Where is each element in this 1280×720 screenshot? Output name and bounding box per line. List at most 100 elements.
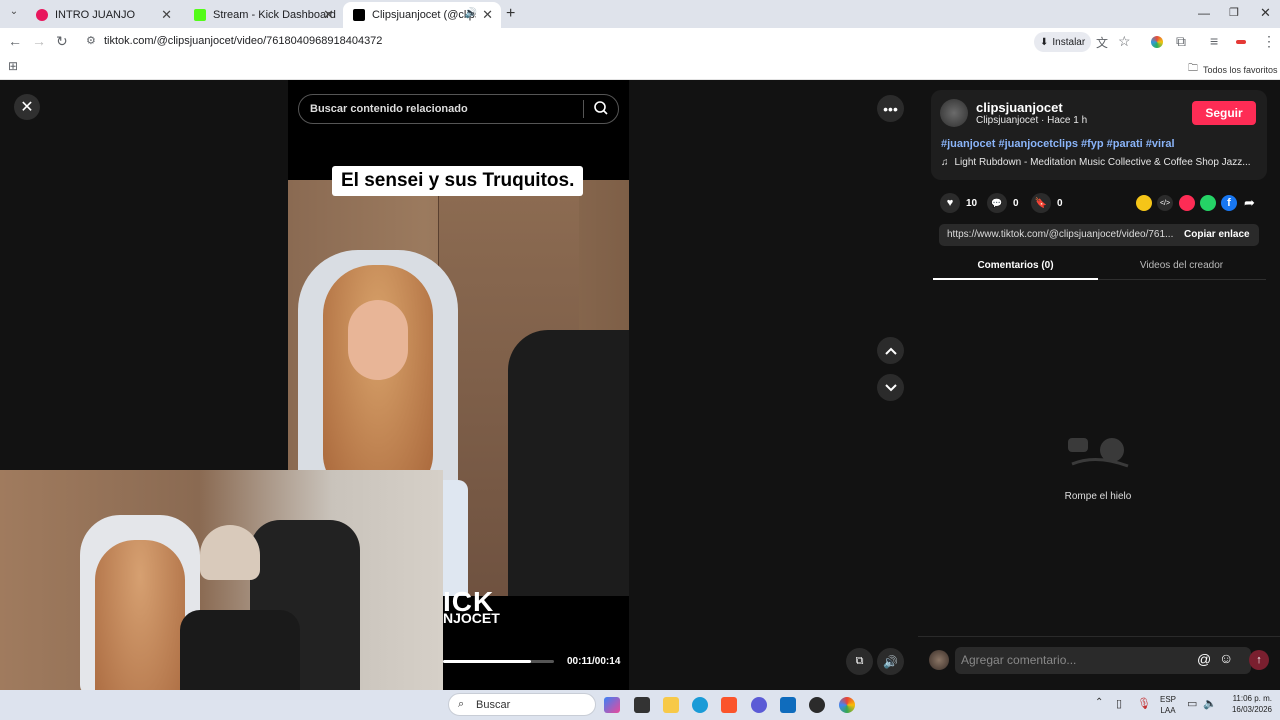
save-count: 0 [1057, 197, 1063, 209]
close-icon[interactable]: ✕ [482, 7, 493, 23]
address-bar[interactable]: ⚙ tiktok.com/@clipsjuanjocet/video/76180… [80, 31, 1140, 53]
tab-comments[interactable]: Comentarios (0) [933, 260, 1098, 271]
like-count: 10 [966, 197, 978, 209]
close-icon[interactable]: ✕ [323, 7, 334, 23]
new-tab-button[interactable]: + [506, 5, 515, 23]
more-options-button[interactable]: ••• [877, 95, 904, 122]
tab-tiktok[interactable]: Clipsjuanjocet (@clipsjuanj... 🔊 ✕ [343, 2, 501, 28]
empty-state-illustration [1066, 434, 1132, 474]
progress-bar[interactable] [443, 660, 554, 663]
speaker-icon: 🔊 [464, 8, 477, 19]
translate-icon[interactable]: 文 [1096, 34, 1108, 51]
video-caption: El sensei y sus Truquitos. [332, 166, 584, 196]
mention-icon[interactable]: @ [1197, 651, 1211, 667]
search-icon: ⌕ [458, 698, 465, 710]
copilot-icon[interactable] [604, 697, 620, 713]
tab-title: INTRO JUANJO [55, 9, 136, 21]
brave-icon[interactable] [721, 697, 737, 713]
pip-person-right-beanie [200, 525, 260, 580]
save-button[interactable]: 🔖 0 [1031, 193, 1063, 213]
reload-icon[interactable]: ↻ [56, 33, 68, 50]
tab-intro-juanjo[interactable]: INTRO JUANJO ✕ [26, 2, 180, 28]
file-explorer-icon[interactable] [663, 697, 679, 713]
comment-icon: 💬 [987, 193, 1007, 213]
clock-time: 11:06 p. m. [1232, 694, 1272, 703]
facebook-icon[interactable]: f [1221, 195, 1237, 211]
clock[interactable]: 11:06 p. m. 16/03/2026 [1222, 693, 1272, 715]
record-icon[interactable] [1236, 40, 1246, 44]
search-icon[interactable] [593, 100, 609, 116]
edge-icon[interactable] [692, 697, 708, 713]
comment-button[interactable]: 💬 0 [987, 193, 1019, 213]
next-video-button[interactable] [877, 374, 904, 401]
forward-icon[interactable]: → [32, 33, 46, 49]
copy-link-button[interactable]: Copiar enlace [1184, 229, 1250, 240]
folder-icon: 🗀 [1188, 63, 1198, 74]
music-title: Light Rubdown - Meditation Music Collect… [954, 157, 1251, 168]
volume-tray-icon[interactable]: 🔈 [1203, 697, 1217, 710]
media-control-icon[interactable]: ≡ [1210, 33, 1218, 49]
profile-icon[interactable] [1151, 36, 1163, 48]
apps-grid-icon[interactable]: ⊞ [8, 59, 18, 73]
window-close-button[interactable]: ✕ [1260, 5, 1271, 21]
related-search-box[interactable]: Buscar contenido relacionado [298, 94, 619, 124]
menu-icon[interactable]: ⋮ [1262, 33, 1276, 50]
share-link[interactable]: https://www.tiktok.com/@clipsjuanjocet/v… [947, 229, 1173, 240]
usb-icon[interactable]: ▯ [1116, 697, 1122, 710]
volume-button[interactable]: 🔊 [877, 648, 904, 675]
minimize-button[interactable]: — [1198, 6, 1210, 20]
search-input[interactable]: Buscar contenido relacionado [310, 103, 468, 115]
repost-icon[interactable] [1136, 195, 1152, 211]
network-icon[interactable]: ▭ [1187, 697, 1197, 710]
extensions-icon[interactable]: ⧉ [1176, 33, 1186, 50]
share-icon[interactable]: ➦ [1244, 195, 1255, 211]
pip-icon: ⧉ [855, 655, 864, 667]
music-row[interactable]: ♫ Light Rubdown - Meditation Music Colle… [941, 157, 1251, 168]
hashtags[interactable]: #juanjocet #juanjocetclips #fyp #parati … [941, 138, 1175, 150]
taskbar-search[interactable]: ⌕ Buscar [448, 693, 596, 716]
follow-button[interactable]: Seguir [1192, 101, 1256, 125]
embed-icon[interactable]: </> [1157, 195, 1173, 211]
whatsapp-icon[interactable] [1200, 195, 1216, 211]
previous-video-button[interactable] [877, 337, 904, 364]
progress-fill [443, 660, 531, 663]
emoji-icon[interactable]: ☺ [1219, 650, 1233, 666]
keyboard-layout: LAA [1160, 706, 1176, 715]
comment-input-box[interactable]: Agregar comentario... @ ☺ [955, 647, 1251, 674]
close-icon[interactable]: ✕ [161, 7, 172, 23]
back-icon[interactable]: ← [8, 33, 22, 49]
comment-bar-divider [918, 636, 1280, 637]
like-button[interactable]: ♥ 10 [940, 193, 977, 213]
tray-chevron-icon[interactable]: ⌃ [1095, 697, 1103, 708]
avatar[interactable] [940, 99, 968, 127]
post-comment-button[interactable]: ↑ [1249, 650, 1269, 670]
site-info-icon[interactable]: ⚙ [86, 34, 96, 47]
install-button[interactable]: ⬇ Instalar [1034, 32, 1092, 52]
tab-search-button[interactable]: ⌄ [6, 6, 22, 22]
microphone-icon[interactable]: 🎙 [1137, 697, 1151, 710]
obs-icon[interactable] [809, 697, 825, 713]
close-video-button[interactable]: ✕ [14, 94, 40, 120]
comment-input[interactable]: Agregar comentario... [961, 653, 1076, 667]
floating-player-button[interactable]: ⧉ [846, 648, 873, 675]
language-code: ESP [1160, 695, 1177, 704]
clock-date: 16/03/2026 [1231, 705, 1272, 714]
taskbar-search-label: Buscar [476, 699, 511, 711]
maximize-button[interactable]: ❐ [1229, 6, 1239, 19]
tab-favicon-icon [194, 9, 206, 21]
tab-kick-dashboard[interactable]: Stream - Kick Dashboard ✕ [184, 2, 342, 28]
bookmarks-bar: ⊞ 🗀 Todos los favoritos [0, 56, 1280, 80]
tab-creator-videos[interactable]: Videos del creador [1099, 260, 1264, 271]
mail-icon[interactable] [780, 697, 796, 713]
app-icon[interactable] [751, 697, 767, 713]
chrome-icon[interactable] [839, 697, 855, 713]
store-icon[interactable] [634, 697, 650, 713]
language-indicator[interactable]: ESP LAA [1160, 694, 1176, 716]
all-favorites-button[interactable]: 🗀 Todos los favoritos [1188, 61, 1278, 78]
author-username[interactable]: clipsjuanjocet [976, 100, 1063, 115]
send-icon[interactable] [1179, 195, 1195, 211]
person-face [348, 300, 408, 380]
video-time: 00:11/00:14 [567, 656, 621, 667]
bookmark-star-icon[interactable]: ☆ [1118, 33, 1131, 50]
chevron-down-icon [884, 383, 897, 391]
